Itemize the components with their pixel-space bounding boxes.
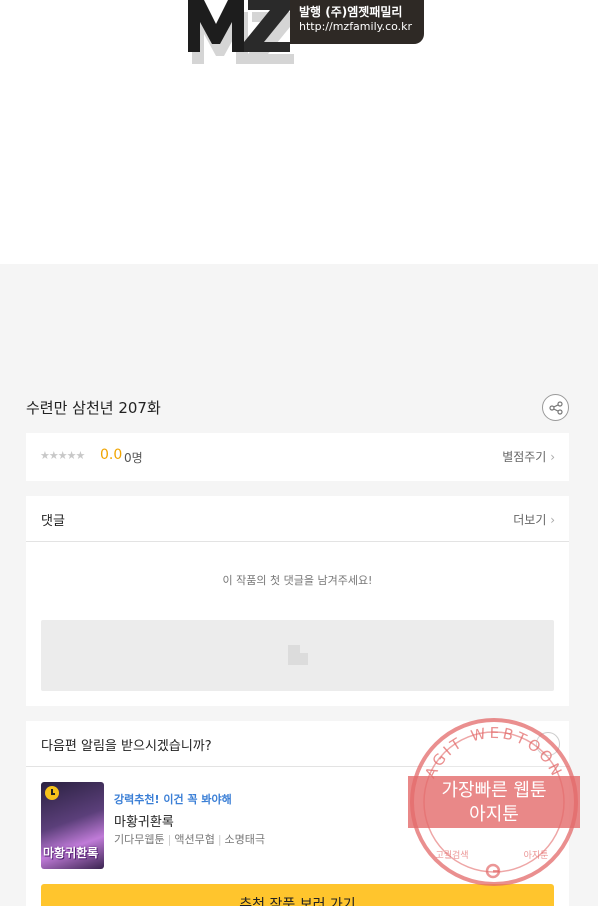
rating-count: 0명 xyxy=(124,451,143,465)
rate-label: 별점주기 xyxy=(502,450,547,464)
comment-title: 댓글 xyxy=(41,514,65,529)
bell-button[interactable] xyxy=(536,732,560,756)
recommend-title[interactable]: 마황귀환록 xyxy=(114,811,174,830)
more-label: 더보기 xyxy=(513,513,547,527)
comment-input[interactable] xyxy=(41,620,554,691)
genre-tag: 기다무웹툰 xyxy=(114,833,165,846)
clock-icon xyxy=(45,786,59,800)
cta-label: 추천 작품 보러 가기 xyxy=(239,897,356,906)
write-icon xyxy=(288,645,308,665)
publisher-url: http://mzfamily.co.kr xyxy=(299,20,413,33)
episode-title: 수련만 삼천년 207화 xyxy=(26,399,161,417)
genre-tag: 액션무협 xyxy=(174,833,215,846)
next-episode-card: 다음편 알림을 받으시겠습니까? 마황귀환록 강력추천! 이건 꼭 봐야해 마황… xyxy=(26,721,569,906)
genre-tag: 소명태극 xyxy=(224,833,266,846)
recommend-genres: 기다무웹툰 | 액션무협 | 소명태극 xyxy=(114,833,266,846)
publisher-logo: 발행 (주)엠젯패밀리 http://mzfamily.co.kr xyxy=(182,0,424,72)
comment-card: 댓글 더보기 › 이 작품의 첫 댓글을 남겨주세요! xyxy=(26,496,569,706)
next-alert-header: 다음편 알림을 받으시겠습니까? xyxy=(26,721,569,767)
recommend-cta-button[interactable]: 추천 작품 보러 가기 xyxy=(41,884,554,906)
next-alert-title: 다음편 알림을 받으시겠습니까? xyxy=(41,739,212,754)
comment-more-button[interactable]: 더보기 › xyxy=(513,511,555,528)
recommend-tag: 강력추천! 이건 꼭 봐야해 xyxy=(114,793,232,806)
comment-header: 댓글 더보기 › xyxy=(26,496,569,542)
chevron-right-icon: › xyxy=(550,450,555,464)
star-rating-icon[interactable]: ★★★★★ xyxy=(40,449,85,462)
comment-empty-message: 이 작품의 첫 댓글을 남겨주세요! xyxy=(222,574,373,587)
share-button[interactable] xyxy=(542,394,569,421)
rating-score: 0.0 xyxy=(100,447,123,463)
rating-card: ★★★★★ 0.0 0명 별점주기 › xyxy=(26,433,569,481)
recommend-thumbnail[interactable]: 마황귀환록 xyxy=(41,782,104,869)
share-icon xyxy=(549,401,563,415)
rate-button[interactable]: 별점주기 › xyxy=(502,448,555,465)
thumbnail-title: 마황귀환록 xyxy=(43,846,99,860)
chevron-right-icon: › xyxy=(550,513,555,527)
publisher-name: 발행 (주)엠젯패밀리 xyxy=(299,5,403,19)
